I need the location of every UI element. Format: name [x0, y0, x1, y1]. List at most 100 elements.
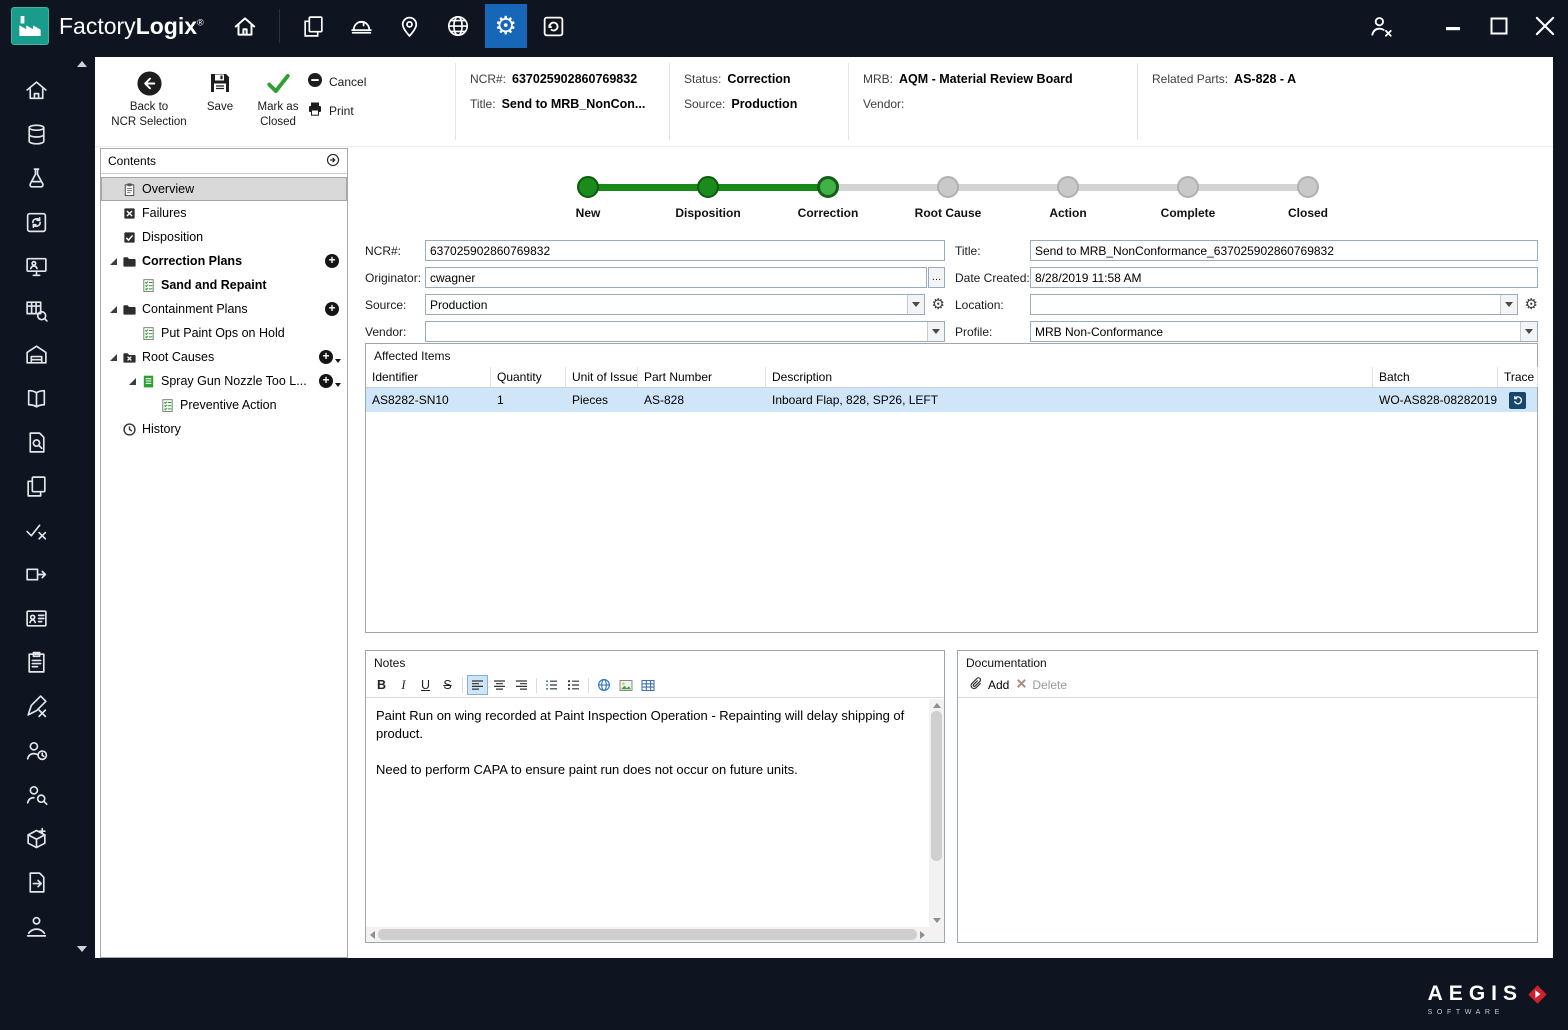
align-center-icon[interactable] — [489, 675, 510, 695]
bullet-list-icon[interactable] — [563, 675, 584, 695]
user-time-icon[interactable] — [8, 728, 64, 772]
document-search-icon[interactable] — [8, 420, 64, 464]
source-select[interactable] — [425, 294, 925, 315]
profile-select-value[interactable] — [1031, 322, 1520, 341]
location-select[interactable] — [1030, 294, 1518, 315]
column-header-part-number[interactable]: Part Number — [638, 367, 766, 387]
expander-icon[interactable] — [109, 353, 117, 361]
italic-button[interactable]: I — [393, 675, 414, 695]
document-export-icon[interactable] — [8, 860, 64, 904]
add-attachment-button[interactable]: Add — [969, 676, 1009, 694]
bold-button[interactable]: B — [371, 675, 392, 695]
chevron-down-icon[interactable] — [1499, 295, 1517, 314]
vendor-select[interactable] — [425, 321, 945, 342]
settings-gear-icon[interactable]: ⚙ — [484, 4, 527, 48]
warehouse-icon[interactable] — [8, 332, 64, 376]
process-sync-icon[interactable] — [8, 200, 64, 244]
originator-input[interactable] — [425, 267, 927, 288]
delete-attachment-button[interactable]: Delete — [1016, 678, 1067, 692]
contents-item-history[interactable]: History — [101, 417, 347, 441]
notes-editor[interactable]: Paint Run on wing recorded at Paint Insp… — [366, 699, 944, 942]
location-pin-icon[interactable] — [389, 4, 431, 48]
source-settings-gear-icon[interactable]: ⚙ — [932, 297, 945, 312]
column-header-batch[interactable]: Batch — [1373, 367, 1498, 387]
maximize-button[interactable] — [1476, 0, 1522, 52]
column-header-description[interactable]: Description — [766, 367, 1373, 387]
affected-item-row[interactable]: AS8282-SN10 1 Pieces AS-828 Inboard Flap, 82… — [366, 388, 1537, 412]
contents-item-failures[interactable]: Failures — [101, 201, 347, 225]
insert-image-icon[interactable] — [615, 675, 636, 695]
quality-check-icon[interactable] — [8, 156, 64, 200]
notes-horizontal-scrollbar[interactable] — [366, 927, 929, 942]
column-header-identifier[interactable]: Identifier — [366, 367, 491, 387]
documentation-book-icon[interactable] — [8, 376, 64, 420]
contents-item-put-paint-ops-on-hold[interactable]: Put Paint Ops on Hold — [101, 321, 347, 345]
notes-vertical-scrollbar[interactable] — [929, 699, 944, 927]
copy-documents-icon[interactable] — [293, 4, 335, 48]
notes-text[interactable]: Paint Run on wing recorded at Paint Insp… — [366, 699, 929, 927]
contents-item-root-causes[interactable]: Root Causes + — [101, 345, 347, 369]
design-edit-icon[interactable] — [8, 684, 64, 728]
location-select-value[interactable] — [1031, 295, 1500, 314]
home-icon[interactable] — [224, 4, 266, 48]
minimize-button[interactable] — [1430, 0, 1476, 52]
print-button[interactable]: Print — [307, 101, 393, 120]
scrollbar-thumb[interactable] — [378, 929, 917, 940]
production-data-icon[interactable] — [8, 112, 64, 156]
scroll-up-icon[interactable] — [932, 703, 941, 708]
chevron-down-icon[interactable] — [906, 295, 924, 314]
expander-icon[interactable] — [109, 305, 117, 313]
user-logout-icon[interactable] — [1358, 0, 1404, 52]
location-settings-gear-icon[interactable]: ⚙ — [1525, 297, 1538, 312]
strikethrough-button[interactable]: S — [437, 675, 458, 695]
title-input[interactable] — [1030, 240, 1538, 261]
data-grid-icon[interactable] — [8, 948, 64, 958]
verify-tasks-icon[interactable] — [8, 508, 64, 552]
chevron-down-icon[interactable] — [927, 322, 944, 341]
contents-item-sand-and-repaint[interactable]: Sand and Repaint — [101, 273, 347, 297]
globe-icon[interactable] — [437, 4, 479, 48]
material-transfer-icon[interactable] — [8, 552, 64, 596]
construction-helmet-icon[interactable] — [341, 4, 383, 48]
source-select-value[interactable] — [426, 295, 907, 314]
scrollbar-thumb[interactable] — [931, 711, 942, 861]
column-header-quantity[interactable]: Quantity — [491, 367, 566, 387]
expander-icon[interactable] — [128, 377, 136, 385]
user-search-icon[interactable] — [8, 772, 64, 816]
scroll-down-icon[interactable] — [932, 918, 941, 923]
rail-scroll-up-icon[interactable] — [77, 61, 87, 67]
trace-history-icon[interactable] — [1509, 391, 1526, 409]
close-button[interactable] — [1522, 0, 1568, 52]
copy-pages-icon[interactable] — [8, 464, 64, 508]
profile-select[interactable] — [1030, 321, 1538, 342]
scroll-left-icon[interactable] — [370, 930, 375, 939]
expander-icon[interactable] — [109, 257, 117, 265]
contents-item-spray-gun-nozzle-too-l[interactable]: Spray Gun Nozzle Too L... + — [101, 369, 347, 393]
add-item-button[interactable]: + — [325, 302, 339, 316]
ncr-number-input[interactable] — [425, 240, 945, 261]
add-item-button[interactable]: + — [319, 374, 333, 388]
add-item-button[interactable]: + — [325, 254, 339, 268]
underline-button[interactable]: U — [415, 675, 436, 695]
contents-item-disposition[interactable]: Disposition — [101, 225, 347, 249]
insert-table-icon[interactable] — [637, 675, 658, 695]
work-instructions-icon[interactable] — [8, 640, 64, 684]
date-created-input[interactable] — [1030, 267, 1538, 288]
hyperlink-globe-icon[interactable] — [593, 675, 614, 695]
documentation-empty-area[interactable] — [958, 699, 1537, 942]
numbered-list-icon[interactable] — [541, 675, 562, 695]
contents-item-containment-plans[interactable]: Containment Plans + — [101, 297, 347, 321]
id-card-icon[interactable] — [8, 596, 64, 640]
contents-item-preventive-action[interactable]: Preventive Action — [101, 393, 347, 417]
originator-browse-button[interactable]: … — [928, 267, 945, 288]
add-menu-arrow-icon[interactable] — [335, 359, 341, 363]
contents-item-correction-plans[interactable]: Correction Plans + — [101, 249, 347, 273]
column-header-unit-of-issue[interactable]: Unit of Issue — [566, 367, 638, 387]
history-refresh-icon[interactable] — [533, 4, 575, 48]
column-header-trace[interactable]: Trace — [1498, 367, 1538, 387]
home-icon[interactable] — [8, 68, 64, 112]
scroll-right-icon[interactable] — [920, 930, 925, 939]
collapse-panel-icon[interactable] — [326, 153, 340, 170]
add-menu-arrow-icon[interactable] — [335, 383, 341, 387]
add-item-button[interactable]: + — [319, 350, 333, 364]
